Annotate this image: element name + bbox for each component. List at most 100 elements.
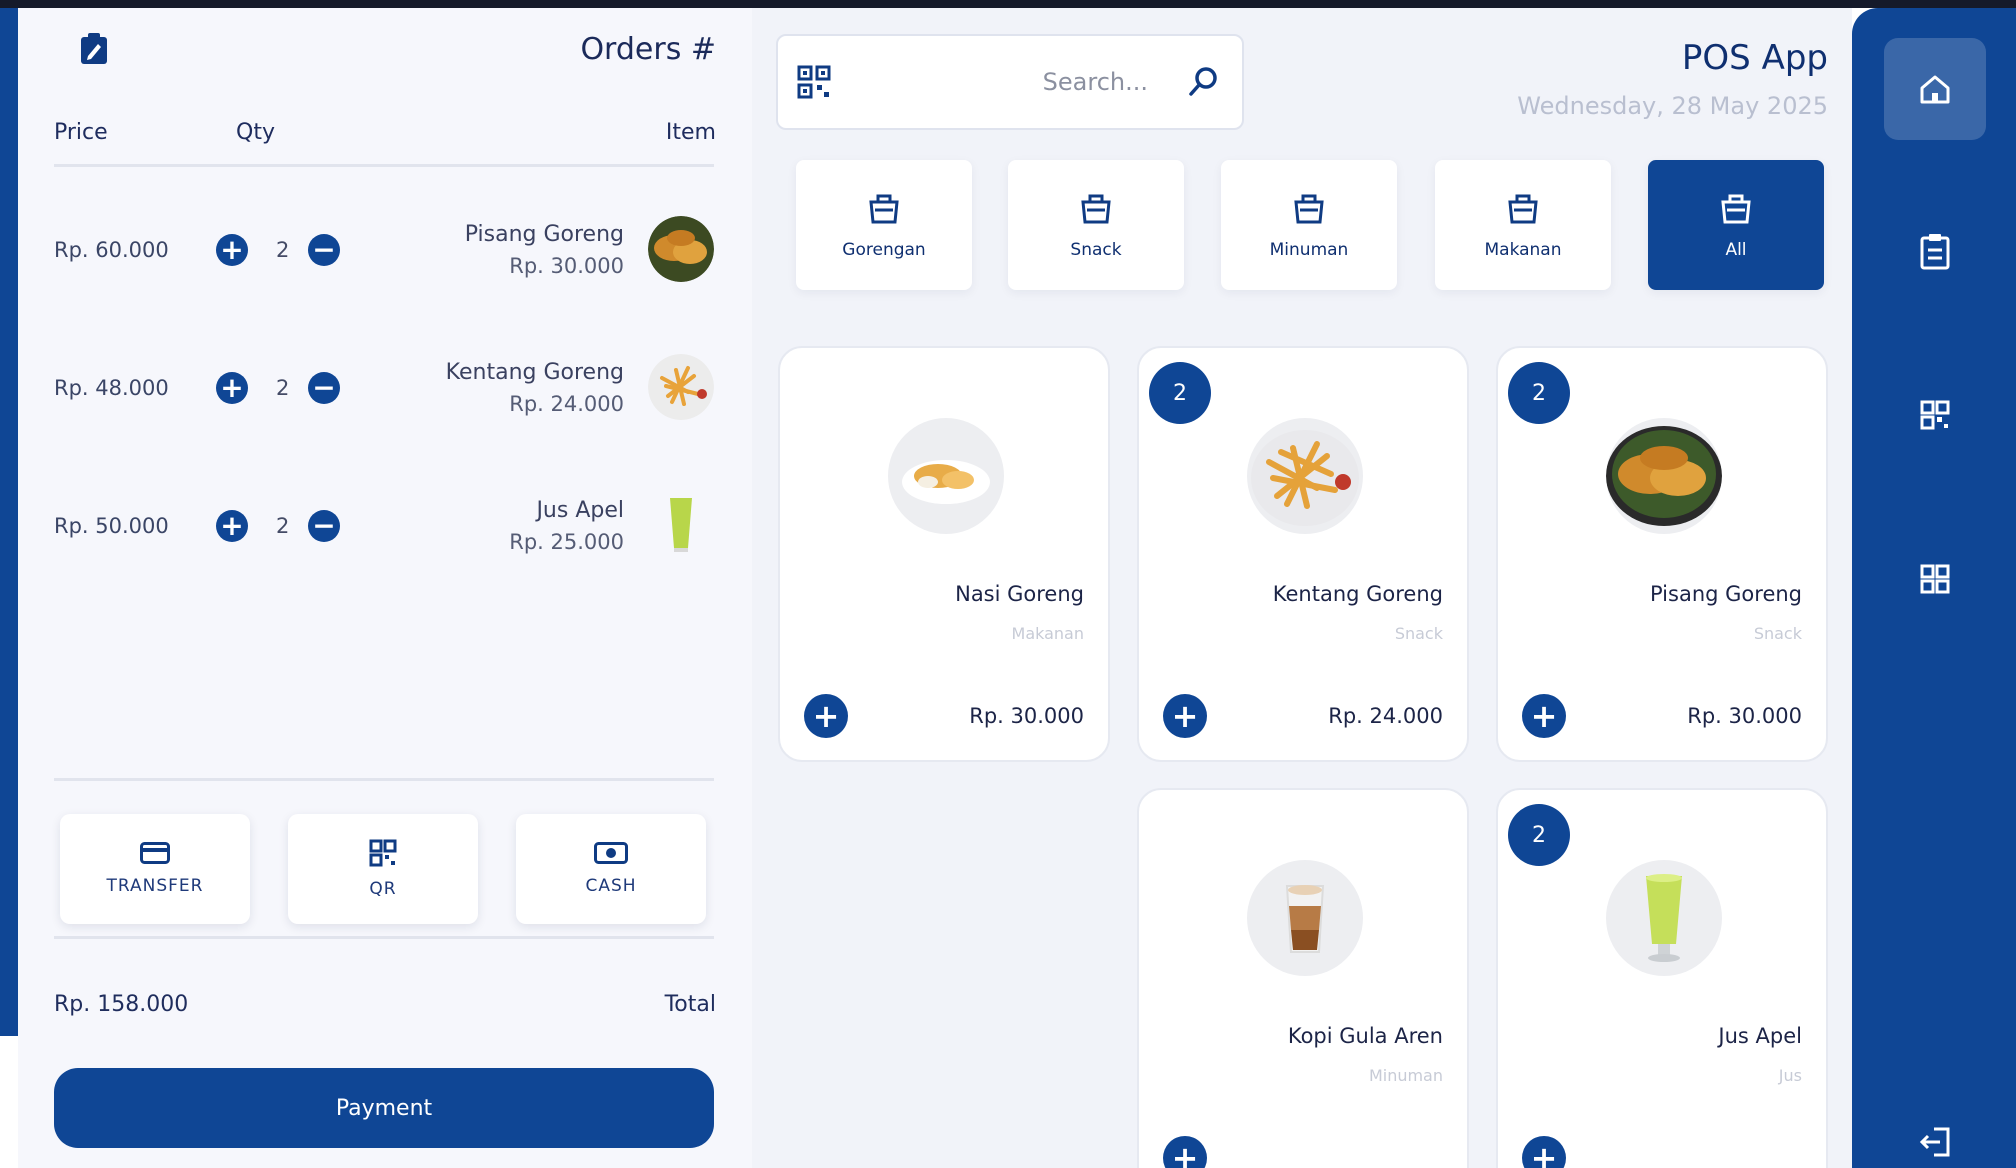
order-item-unit-price: Rp. 24.000 [509,392,624,416]
search-input[interactable] [848,58,1148,106]
add-to-cart-button[interactable]: + [1522,694,1566,738]
payment-method-label: CASH [585,876,637,896]
category-tab-makanan[interactable]: Makanan [1435,160,1611,290]
add-to-cart-button[interactable]: + [1163,1136,1207,1168]
order-panel: Orders # Item Qty Price Pisang Goreng Rp… [18,8,752,1168]
product-name: Nasi Goreng [955,582,1084,606]
product-price: Rp. 24.000 [1328,704,1443,728]
search-box [776,34,1244,130]
nav-logout[interactable] [1884,1116,1986,1166]
order-item-qty: 2 [276,376,290,400]
category-tab-all[interactable]: All [1648,160,1824,290]
product-card[interactable]: 2 Kentang Goreng Snack Rp. 24.000 + [1137,346,1469,762]
order-row: Kentang Goreng Rp. 24.000 − 2 + Rp. 48.0… [54,354,714,434]
decrease-qty-button[interactable]: − [308,234,340,266]
order-item-line-total: Rp. 50.000 [54,514,169,538]
kopi-gula-aren-image [1285,885,1325,953]
search-icon [1189,67,1217,96]
order-item-image [648,492,714,558]
payment-method-qr[interactable]: QR [288,814,478,924]
cart-qty-badge: 2 [1508,362,1570,424]
product-image [1247,418,1363,534]
order-item-image [648,216,714,282]
category-label: All [1725,240,1747,260]
product-card[interactable]: 2 Pisang Goreng Snack Rp. 30.000 + [1496,346,1828,762]
total-value: Rp. 158.000 [54,992,189,1017]
order-row: Jus Apel Rp. 25.000 − 2 + Rp. 50.000 [54,492,714,572]
increase-qty-button[interactable]: + [216,372,248,404]
pisang-goreng-image [648,216,714,282]
order-item-image [648,354,714,420]
product-price: Rp. 30.000 [969,704,1084,728]
product-category: Makanan [1011,624,1084,643]
divider [54,164,714,167]
nav-orders[interactable] [1884,200,1986,302]
product-image [1606,418,1722,534]
kentang-goreng-image [1251,430,1359,526]
sidebar [1852,8,2016,1168]
product-category: Snack [1753,624,1802,643]
product-category: Snack [1394,624,1443,643]
category-tab-gorengan[interactable]: Gorengan [796,160,972,290]
edit-order-button[interactable] [76,30,112,68]
order-item-unit-price: Rp. 25.000 [509,530,624,554]
order-item-name: Pisang Goreng [464,222,624,247]
pisang-goreng-image [1606,426,1722,526]
order-item-name: Kentang Goreng [445,360,624,385]
divider [54,778,714,781]
category-tab-snack[interactable]: Snack [1008,160,1184,290]
product-image [888,418,1004,534]
category-label: Gorengan [842,240,926,260]
add-to-cart-button[interactable]: + [1522,1136,1566,1168]
order-item-qty: 2 [276,514,290,538]
cart-qty-badge: 2 [1508,804,1570,866]
order-item-line-total: Rp. 60.000 [54,238,169,262]
category-label: Minuman [1269,240,1349,260]
nav-home[interactable] [1884,38,1986,140]
app-title: POS App [1681,38,1828,78]
decrease-qty-button[interactable]: − [308,372,340,404]
cart-qty-badge: 2 [1149,362,1211,424]
category-label: Snack [1070,240,1122,260]
nasi-goreng-image [902,460,990,504]
nav-qr[interactable] [1884,364,1986,466]
payment-method-cash[interactable]: CASH [516,814,706,924]
column-header-qty: Qty [236,120,275,145]
payment-method-label: TRANSFER [106,876,204,896]
increase-qty-button[interactable]: + [216,510,248,542]
add-to-cart-button[interactable]: + [804,694,848,738]
scan-qr-icon[interactable] [796,64,832,100]
product-card[interactable]: Kopi Gula Aren Minuman + [1137,788,1469,1168]
product-card[interactable]: Nasi Goreng Makanan Rp. 30.000 + [778,346,1110,762]
column-header-item: Item [665,120,716,145]
increase-qty-button[interactable]: + [216,234,248,266]
payment-button[interactable]: Payment [54,1068,714,1148]
product-category: Jus [1778,1066,1802,1085]
total-label: Total [664,992,716,1017]
divider [54,936,714,939]
main-area: POS App Wednesday, 28 May 2025 All [752,8,1852,1168]
cash-icon [594,842,628,864]
add-to-cart-button[interactable]: + [1163,694,1207,738]
food-bag-icon [1081,194,1111,224]
order-row: Pisang Goreng Rp. 30.000 − 2 + Rp. 60.00… [54,216,714,296]
order-item-name: Jus Apel [536,498,624,523]
product-name: Kopi Gula Aren [1287,1024,1443,1048]
qr-icon [1920,400,1950,430]
qr-icon [369,839,397,867]
bottom-left-strip [0,1036,18,1168]
product-image [1247,860,1363,976]
grid-icon [1920,564,1950,594]
jus-apel-image [648,492,714,558]
decrease-qty-button[interactable]: − [308,510,340,542]
product-name: Kentang Goreng [1272,582,1443,606]
payment-method-transfer[interactable]: TRANSFER [60,814,250,924]
product-card[interactable]: 2 Jus Apel Jus + [1496,788,1828,1168]
window-top-bar [0,0,2016,8]
food-bag-icon [1721,194,1751,224]
category-tab-minuman[interactable]: Minuman [1221,160,1397,290]
food-bag-icon [1294,194,1324,224]
product-image [1606,860,1722,976]
nav-products[interactable] [1884,528,1986,630]
product-price: Rp. 30.000 [1687,704,1802,728]
